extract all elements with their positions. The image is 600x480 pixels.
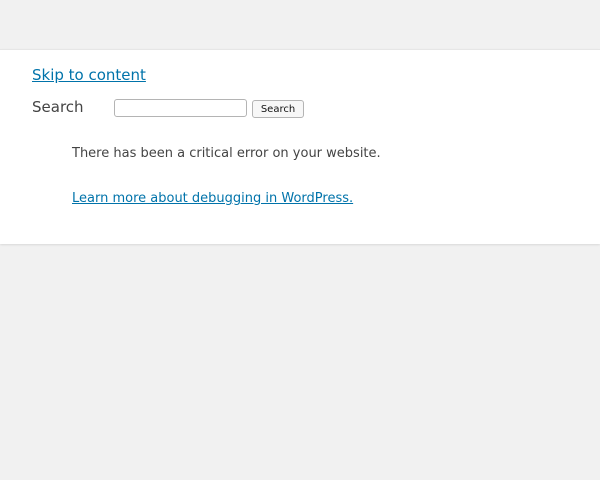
search-input[interactable] [114, 99, 247, 117]
learn-more-debugging-link[interactable]: Learn more about debugging in WordPress. [72, 191, 353, 206]
error-panel: Skip to content Search Search There has … [0, 49, 600, 244]
skip-to-content-link[interactable]: Skip to content [32, 66, 146, 84]
error-message: There has been a critical error on your … [72, 146, 381, 161]
search-button[interactable]: Search [252, 100, 304, 118]
search-label: Search [32, 98, 84, 116]
